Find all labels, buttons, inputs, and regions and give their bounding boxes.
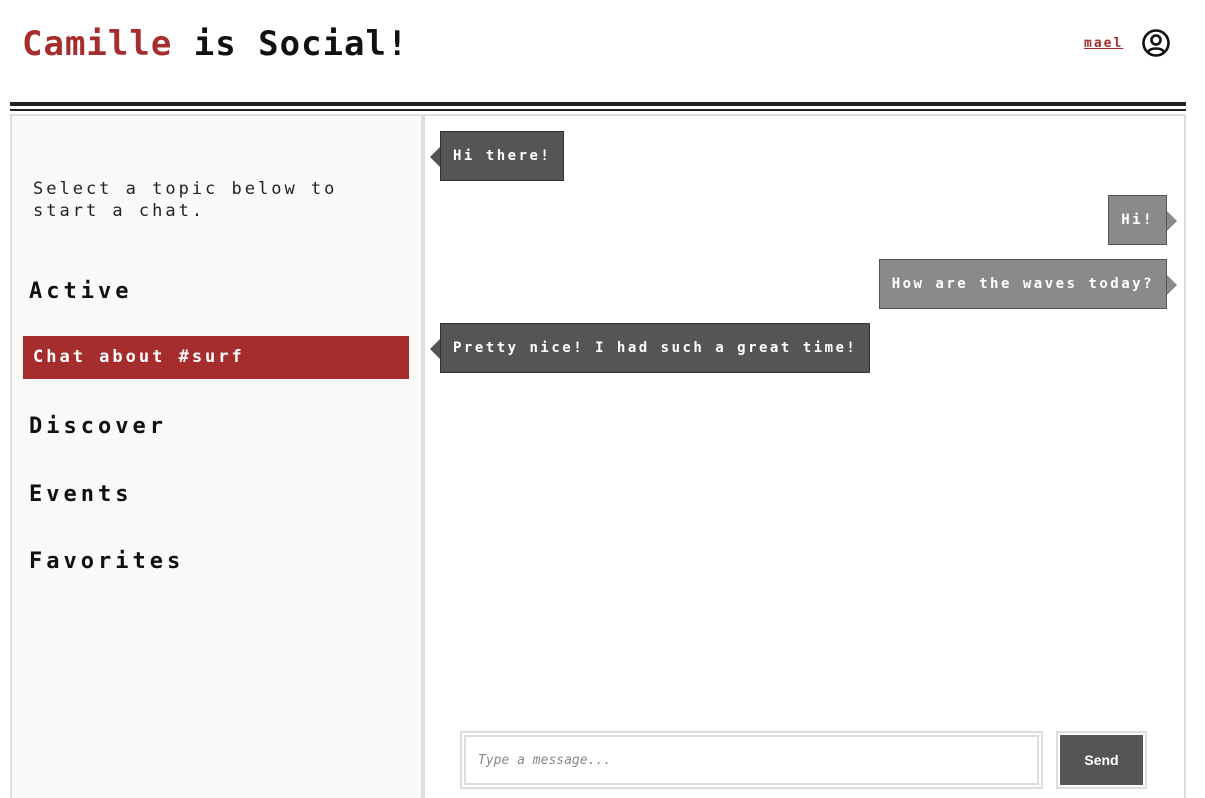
message-incoming: Hi there! — [429, 131, 565, 181]
brand-name: Camille — [22, 24, 173, 64]
sidebar-item-chat-surf[interactable]: Chat about #surf — [23, 336, 409, 379]
user-circle-icon[interactable] — [1141, 28, 1171, 58]
message-input[interactable] — [464, 735, 1039, 785]
topic-sidebar: Select a topic below to start a chat. Ac… — [12, 116, 425, 798]
app-title: Camille is Social! — [22, 22, 408, 66]
header-divider-thin — [10, 109, 1186, 111]
sidebar-item-favorites[interactable]: Favorites — [23, 540, 409, 583]
message-input-wrapper — [460, 731, 1043, 789]
message-incoming: Pretty nice! I had such a great time! — [429, 323, 871, 373]
username-link[interactable]: mael — [1084, 36, 1123, 51]
app-header: Camille is Social! mael — [0, 0, 1205, 100]
sidebar-intro: Select a topic below to start a chat. — [33, 179, 338, 221]
sidebar-item-active[interactable]: Active — [23, 270, 409, 313]
sidebar-item-events[interactable]: Events — [23, 473, 409, 516]
sidebar-item-discover[interactable]: Discover — [23, 405, 409, 448]
send-button[interactable]: Send — [1056, 731, 1147, 789]
header-divider — [10, 102, 1186, 106]
message-outgoing: How are the waves today? — [878, 259, 1178, 309]
send-button-label: Send — [1060, 735, 1143, 785]
brand-tagline: is Social! — [172, 24, 409, 64]
chat-panel: Hi there! Hi! How are the waves today? P… — [425, 116, 1184, 798]
message-outgoing: Hi! — [1108, 195, 1177, 245]
